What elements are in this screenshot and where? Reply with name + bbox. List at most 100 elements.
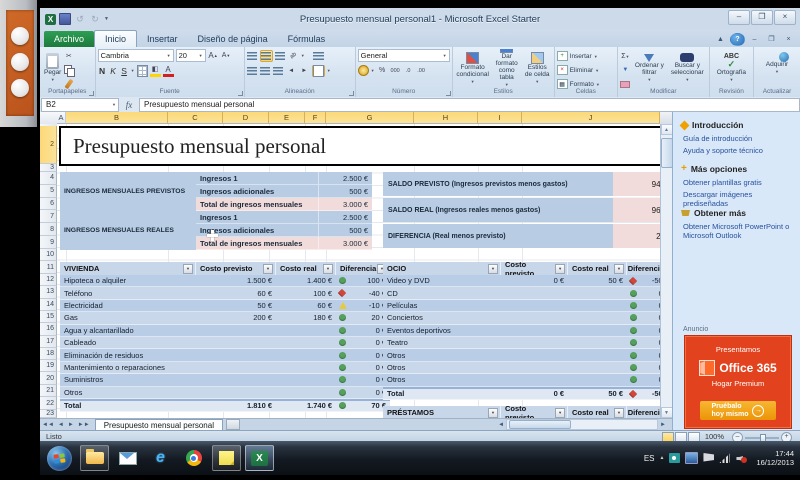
last-sheet-icon[interactable]: ►► [76, 422, 92, 428]
fill-icon[interactable]: ▼ [620, 65, 631, 75]
taskbar-explorer[interactable] [80, 445, 109, 471]
accounting-format-icon[interactable] [358, 66, 369, 76]
cell[interactable]: Otros [383, 374, 501, 386]
indent-increase-icon[interactable]: ► [299, 66, 310, 76]
start-button[interactable] [47, 446, 72, 471]
cell[interactable] [501, 337, 568, 349]
cell[interactable] [568, 287, 627, 299]
row-header[interactable]: 8 [40, 223, 57, 236]
cell[interactable]: Suministros [60, 374, 196, 386]
cell[interactable]: 200 € [196, 312, 276, 324]
clipboard-dialog-launcher[interactable] [89, 91, 94, 96]
cell[interactable]: 1.500 € [196, 275, 276, 287]
cell[interactable]: Video y DVD [383, 275, 501, 287]
cell[interactable]: -10 € [336, 300, 390, 312]
cell[interactable] [276, 387, 336, 399]
align-left-icon[interactable] [247, 66, 258, 76]
income-planned-label[interactable]: INGRESOS MENSUALES PREVISTOS [60, 172, 196, 211]
cell[interactable]: 60 € [196, 287, 276, 299]
cell[interactable] [276, 374, 336, 386]
help-icon[interactable]: ? [730, 33, 745, 46]
cell-styles-button[interactable]: Estilos de celda▼ [523, 49, 552, 87]
row-header[interactable]: 9 [40, 236, 57, 249]
cell[interactable]: Mantenimiento o reparaciones [60, 362, 196, 374]
cell[interactable]: 0 € [336, 387, 390, 399]
cell[interactable]: 0 € [501, 275, 568, 287]
font-dialog-launcher[interactable] [238, 91, 243, 96]
taskbar-mail[interactable] [113, 445, 142, 471]
cell[interactable] [501, 349, 568, 361]
cell[interactable]: -50 € [627, 387, 660, 400]
cell[interactable]: 2.500 € [318, 211, 372, 224]
cell[interactable]: 1.810 € [196, 399, 276, 412]
filter-icon[interactable]: ▼ [555, 264, 565, 274]
link-imagenes[interactable]: Descargar imágenes prediseñadas [683, 190, 795, 208]
cell[interactable] [276, 349, 336, 361]
cell[interactable]: Otros [383, 362, 501, 374]
language-indicator[interactable]: ES [644, 454, 655, 463]
column-header[interactable]: D [223, 112, 269, 124]
tab-inicio[interactable]: Inicio [94, 30, 137, 47]
row-header[interactable]: 23 [40, 410, 57, 418]
cell[interactable]: 3.000 € [318, 198, 372, 211]
cell[interactable]: 100 € [336, 275, 390, 287]
row-header[interactable]: 4 [40, 172, 57, 185]
cell[interactable]: Otros [383, 349, 501, 361]
comma-style-icon[interactable]: 000 [390, 66, 401, 76]
cell[interactable]: 0 € [336, 337, 390, 349]
cell[interactable] [276, 325, 336, 337]
cell[interactable] [276, 362, 336, 374]
row-header[interactable]: 21 [40, 385, 57, 397]
copy-icon[interactable] [63, 65, 74, 75]
cell[interactable]: 50 € [196, 300, 276, 312]
cell[interactable]: 180 € [276, 312, 336, 324]
filter-icon[interactable]: ▼ [183, 264, 193, 274]
taskbar-sticky-notes[interactable] [212, 445, 241, 471]
row-header[interactable]: 16 [40, 323, 57, 335]
column-header[interactable]: H [414, 112, 478, 124]
filter-icon[interactable]: ▼ [614, 264, 624, 274]
cell[interactable] [568, 337, 627, 349]
cell[interactable]: Ingresos 1 [196, 211, 318, 224]
vertical-scroll-thumb[interactable] [661, 138, 673, 168]
taskbar-internet-explorer[interactable]: e [146, 445, 175, 471]
sheet-grid[interactable]: Presupuesto mensual personal INGRESOS ME… [57, 124, 660, 418]
insert-cells-button[interactable]: + Insertar▼ [557, 51, 615, 61]
row-header[interactable]: 15 [40, 311, 57, 323]
tray-app-icon[interactable] [669, 453, 680, 463]
cell[interactable] [196, 337, 276, 349]
cell[interactable]: 500 € [318, 185, 372, 198]
cell[interactable]: Teatro [383, 337, 501, 349]
close-small-button[interactable]: × [781, 33, 796, 46]
cell[interactable] [501, 374, 568, 386]
sort-filter-button[interactable]: Ordenar y filtrar▼ [631, 49, 668, 87]
cell[interactable]: 100 € [276, 287, 336, 299]
number-format-select[interactable]: General▼ [358, 49, 450, 62]
cell[interactable]: 50 € [568, 275, 627, 287]
column-header[interactable]: I [478, 112, 522, 124]
cell[interactable] [196, 362, 276, 374]
wrap-text-icon[interactable] [313, 51, 324, 61]
cell[interactable]: Total [383, 387, 501, 400]
align-right-icon[interactable] [273, 66, 284, 76]
font-color-icon[interactable]: A [163, 64, 174, 77]
column-header[interactable]: B [66, 112, 168, 124]
restore-small-button[interactable]: ❐ [764, 33, 779, 46]
cell[interactable]: Ingresos adicionales [196, 185, 318, 198]
display-icon[interactable] [685, 452, 698, 464]
fx-icon[interactable]: fx [119, 100, 139, 110]
cell[interactable]: 60 € [276, 300, 336, 312]
merge-center-icon[interactable] [312, 65, 325, 77]
cell[interactable] [568, 374, 627, 386]
clock[interactable]: 17:44 16/12/2013 [752, 449, 794, 467]
row-header[interactable]: 2 [40, 126, 57, 164]
cell[interactable]: -50 € [627, 275, 660, 287]
cell[interactable]: 1.740 € [276, 399, 336, 412]
first-sheet-icon[interactable]: ◄◄ [40, 422, 56, 428]
column-header[interactable]: F [305, 112, 326, 124]
horizontal-scroll-thumb[interactable] [509, 420, 571, 429]
row-header[interactable]: 6 [40, 198, 57, 211]
scroll-left-icon[interactable]: ◄ [496, 422, 506, 428]
shrink-font-icon[interactable]: A▼ [221, 51, 232, 61]
cell[interactable]: 3.000 € [318, 237, 372, 250]
